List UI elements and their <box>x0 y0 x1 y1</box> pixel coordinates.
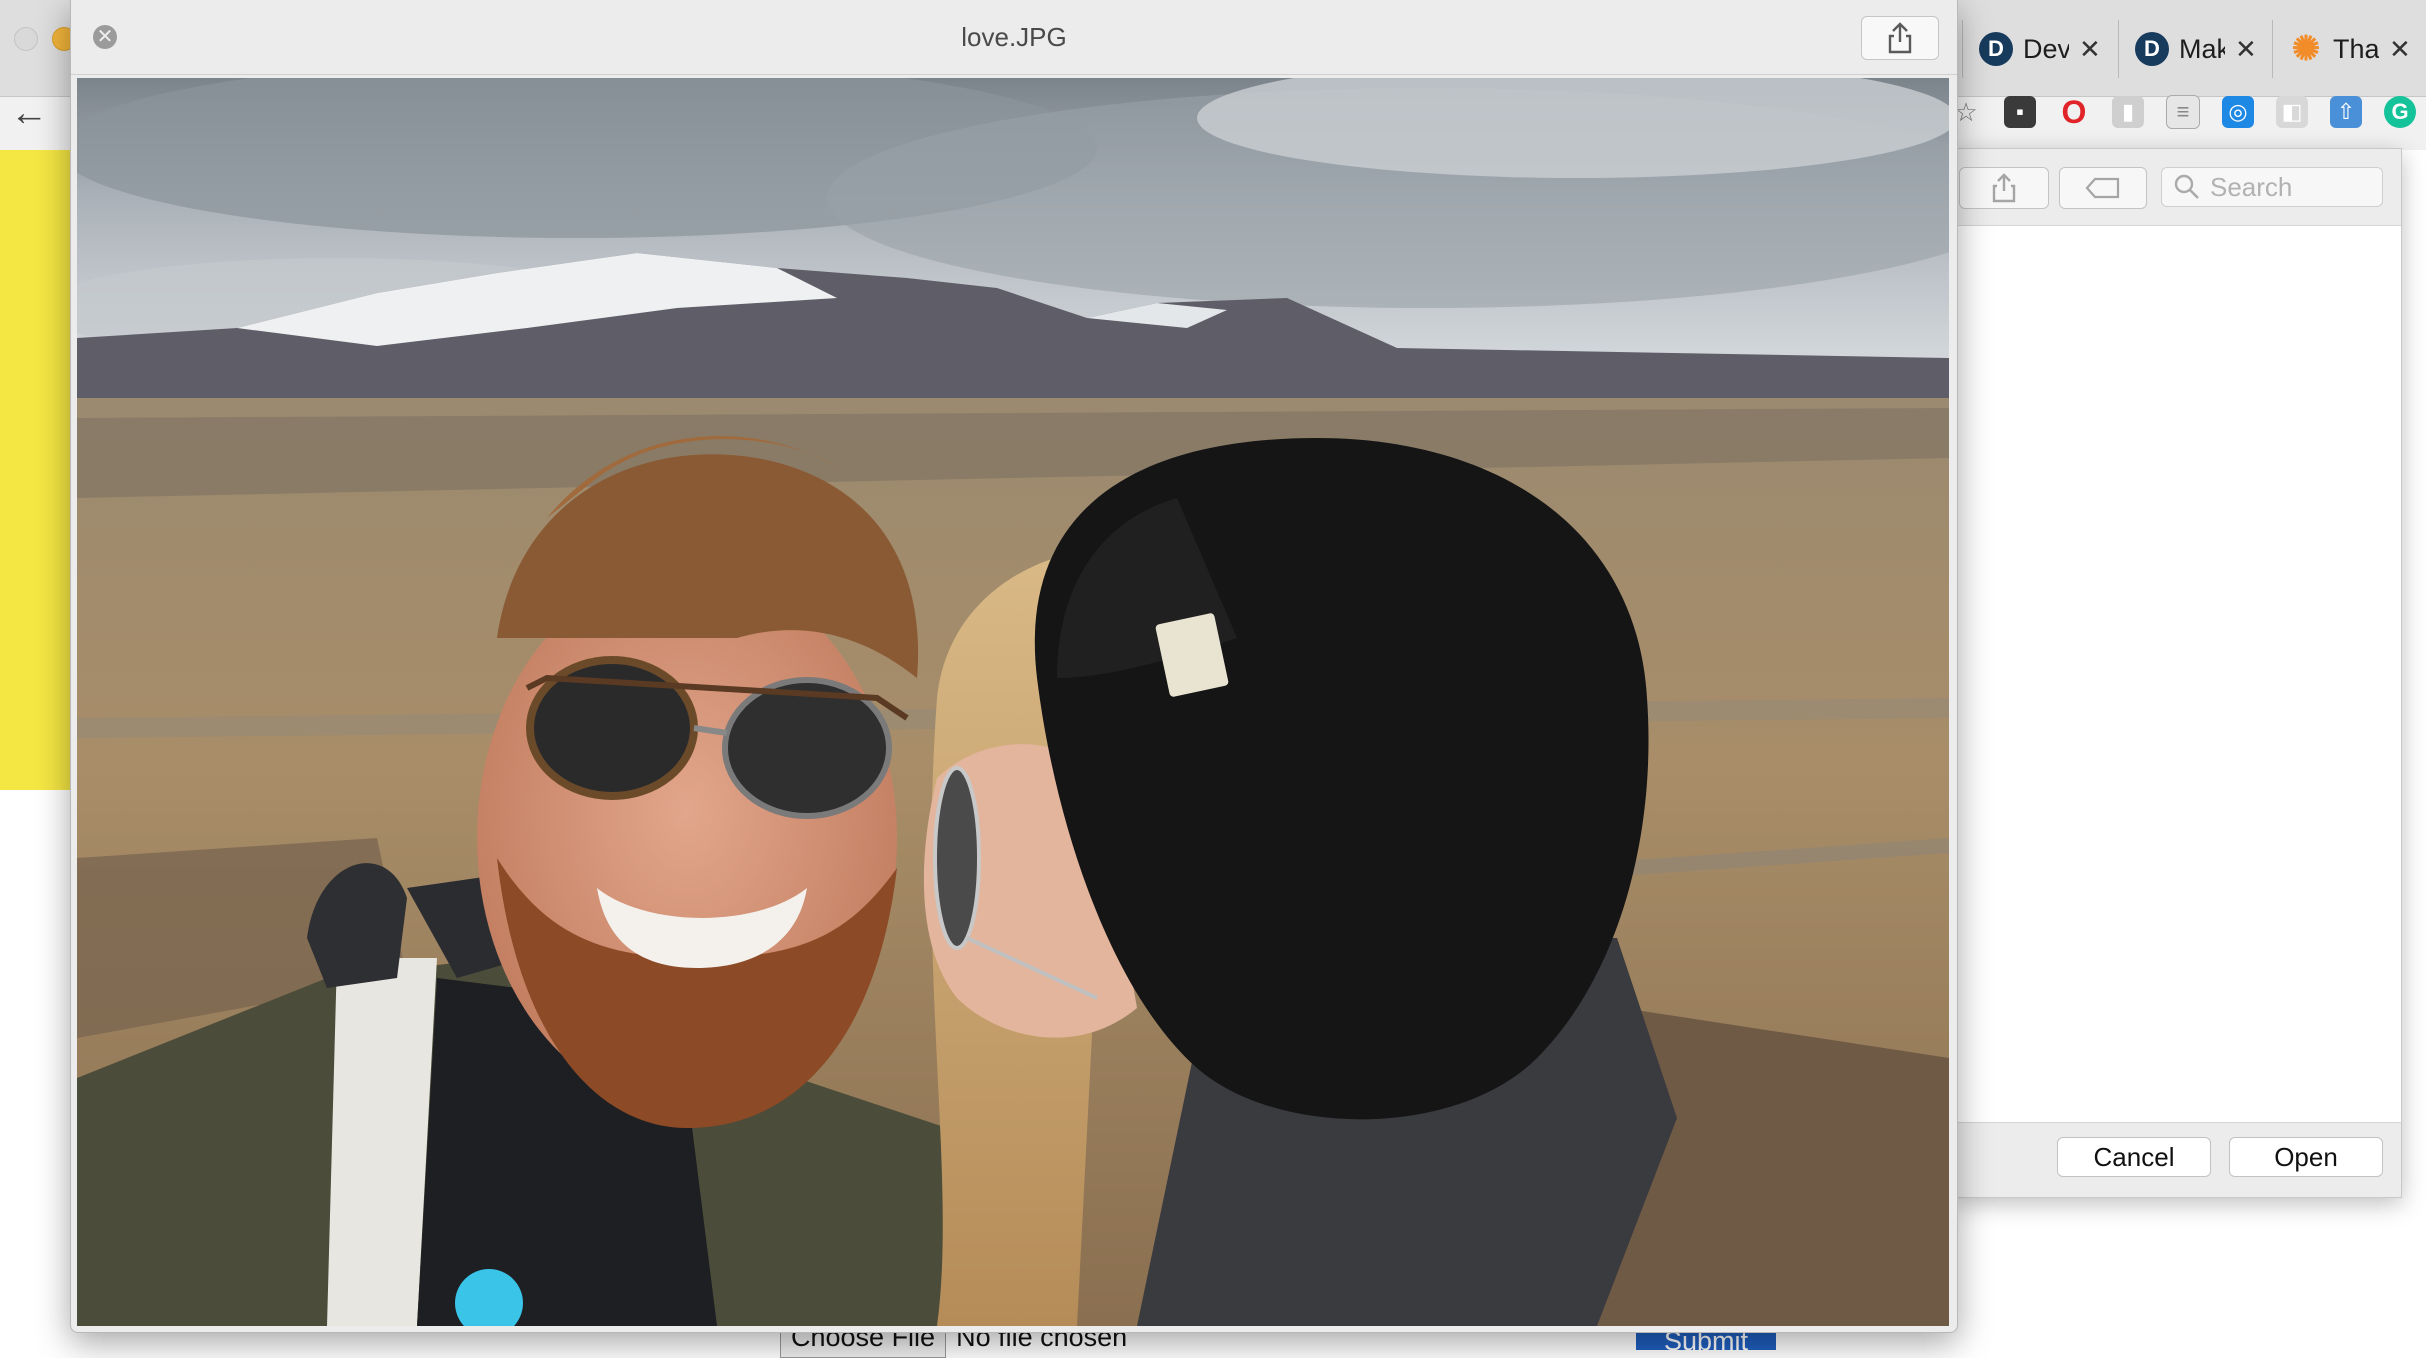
evernote-extension-icon[interactable]: ▪ <box>2004 96 2036 128</box>
dialog-tag-button[interactable] <box>2059 167 2147 209</box>
tab-mak[interactable]: D Mak ✕ <box>2118 20 2268 78</box>
grammarly-icon[interactable]: G <box>2384 96 2416 128</box>
dialog-search-field[interactable]: Search <box>2161 167 2383 207</box>
blender-favicon-icon: ✺ <box>2291 30 2321 68</box>
tab-title: Tha <box>2333 33 2379 64</box>
open-button[interactable]: Open <box>2229 1137 2383 1177</box>
tab-close-icon[interactable]: ✕ <box>2235 34 2257 65</box>
window-close-button[interactable] <box>14 27 38 51</box>
search-icon <box>2174 174 2199 199</box>
extension-toolbar: ☆ ▪ O ▮ ≡ ◎ ◧ ⇧ G <box>1950 86 2426 138</box>
compass-extension-icon[interactable]: ◎ <box>2222 96 2254 128</box>
back-arrow-icon[interactable]: ← <box>10 92 48 135</box>
search-placeholder: Search <box>2210 171 2293 202</box>
tab-tha[interactable]: ✺ Tha ✕ <box>2272 20 2422 78</box>
dialog-share-button[interactable] <box>1959 167 2049 209</box>
opera-extension-icon[interactable]: O <box>2058 94 2090 130</box>
quick-look-window: love.JPG ✕ <box>70 0 1958 1333</box>
share-button[interactable] <box>1861 16 1939 60</box>
file-name-title: love.JPG <box>961 22 1067 52</box>
share-icon <box>1992 173 2016 203</box>
site-favicon-icon: D <box>2135 32 2169 66</box>
quick-look-titlebar: love.JPG ✕ <box>71 0 1957 75</box>
tab-close-icon[interactable]: ✕ <box>2389 34 2411 65</box>
tag-icon <box>2085 177 2120 199</box>
document-extension-icon[interactable]: ≡ <box>2166 95 2200 129</box>
grey-extension-icon[interactable]: ◧ <box>2276 96 2308 128</box>
dialog-footer: Cancel Open <box>1955 1122 2401 1197</box>
tab-title: Dev <box>2023 33 2069 64</box>
tab-dev[interactable]: D Dev ✕ <box>1962 20 2112 78</box>
tab-close-icon[interactable]: ✕ <box>2079 34 2101 65</box>
page-header-banner <box>0 150 80 790</box>
upload-extension-icon[interactable]: ⇧ <box>2330 96 2362 128</box>
dialog-toolbar: Search <box>1955 149 2401 226</box>
preview-photo <box>77 78 1949 1326</box>
share-icon <box>1888 22 1912 54</box>
site-favicon-icon: D <box>1979 32 2013 66</box>
open-file-dialog: Search Cancel Open <box>1954 148 2402 1198</box>
cancel-button[interactable]: Cancel <box>2057 1137 2211 1177</box>
close-icon[interactable]: ✕ <box>93 25 117 49</box>
user-extension-icon[interactable]: ▮ <box>2112 96 2144 128</box>
tab-title: Mak <box>2179 33 2225 64</box>
